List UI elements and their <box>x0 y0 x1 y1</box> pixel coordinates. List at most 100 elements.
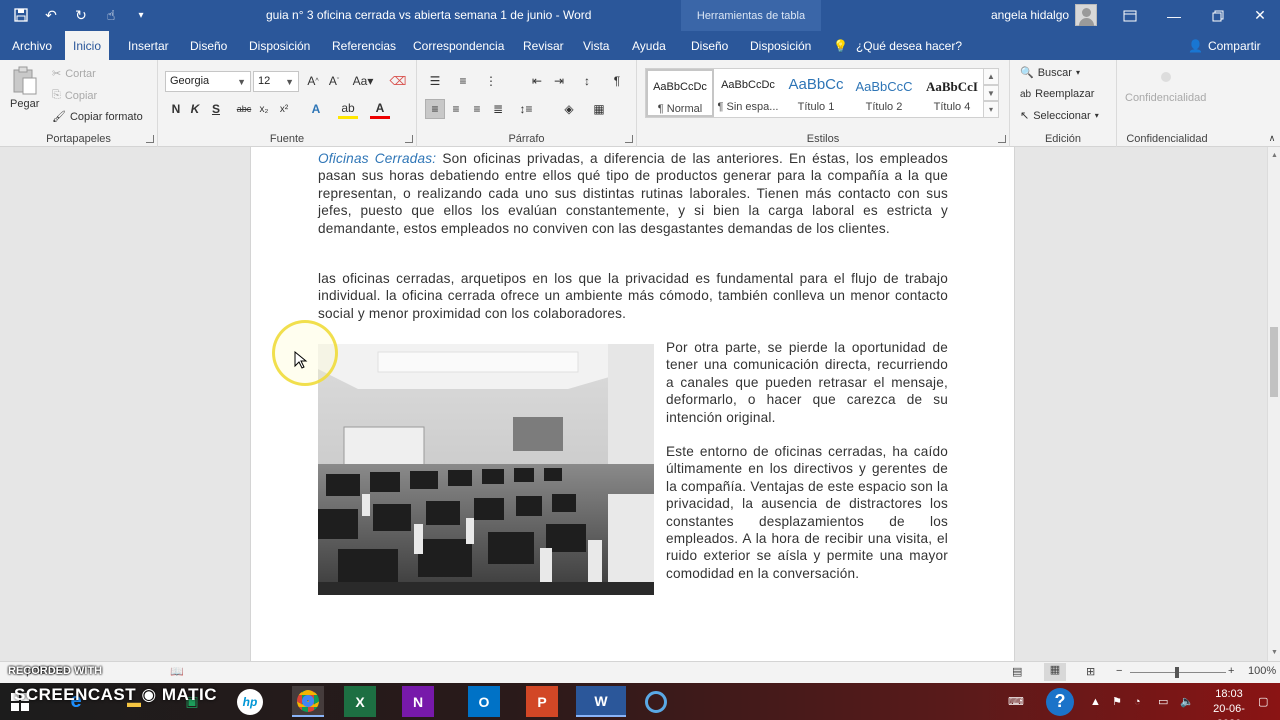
scroll-thumb[interactable] <box>1270 327 1278 397</box>
font-family-combo[interactable]: Georgia ▼ <box>165 71 251 92</box>
increase-indent-icon[interactable]: ⇥ <box>549 71 569 91</box>
chrome-icon[interactable] <box>292 686 324 717</box>
chevron-down-icon[interactable]: ▼ <box>983 84 999 102</box>
redo-icon[interactable]: ↻ <box>68 5 94 25</box>
keyboard-icon[interactable]: ⌨ <box>1008 683 1024 720</box>
document-page[interactable]: Oficinas Cerradas: Son oficinas privadas… <box>250 147 1015 661</box>
ribbon-display-options-icon[interactable] <box>1108 0 1152 31</box>
format-painter-button[interactable]: 🖌 Copiar formato <box>52 110 143 124</box>
style-sin-espaciado[interactable]: AaBbCcDc ¶ Sin espa... <box>714 69 782 117</box>
italic-icon[interactable]: K <box>185 99 205 119</box>
close-icon[interactable]: ✕ <box>1238 0 1280 31</box>
tell-me-search[interactable]: 💡 ¿Qué desea hacer? <box>833 31 962 60</box>
change-case-icon[interactable]: Aa▾ <box>350 71 376 91</box>
network-icon[interactable]: ⚑ <box>1112 683 1122 720</box>
paragraph-arquetipos[interactable]: las oficinas cerradas, arquetipos en los… <box>318 270 948 322</box>
undo-icon[interactable]: ↶ <box>38 5 64 25</box>
font-size-combo[interactable]: 12 ▼ <box>253 71 299 92</box>
align-left-icon[interactable]: ≡ <box>425 99 445 119</box>
tab-inicio[interactable]: Inicio <box>65 31 110 60</box>
paragraph-launcher-icon[interactable] <box>625 135 633 143</box>
tab-disposicion[interactable]: Disposición <box>241 31 318 60</box>
proofing-icon[interactable]: 📖 <box>170 665 184 678</box>
font-launcher-icon[interactable] <box>405 135 413 143</box>
decrease-indent-icon[interactable]: ⇤ <box>527 71 547 91</box>
superscript-icon[interactable]: x² <box>274 99 294 119</box>
styles-launcher-icon[interactable] <box>998 135 1006 143</box>
tab-archivo[interactable]: Archivo <box>4 31 60 60</box>
paragraph-entorno[interactable]: Este entorno de oficinas cerradas, ha ca… <box>666 443 948 582</box>
paste-button[interactable]: Pegar <box>10 66 39 110</box>
align-right-icon[interactable]: ≡ <box>467 99 487 119</box>
find-button[interactable]: 🔍 Buscar ▾ <box>1020 66 1080 80</box>
avatar[interactable] <box>1075 4 1097 26</box>
web-layout-icon[interactable]: ⊞ <box>1086 665 1095 678</box>
bullets-icon[interactable]: ☰ <box>425 71 445 91</box>
wifi-icon[interactable]: ◔ <box>1134 683 1141 720</box>
tab-ayuda[interactable]: Ayuda <box>624 31 674 60</box>
strikethrough-icon[interactable]: abc <box>234 99 254 119</box>
word-icon[interactable]: W <box>576 686 626 717</box>
restore-icon[interactable] <box>1196 0 1240 31</box>
sensitivity-button[interactable]: Confidencialidad <box>1125 72 1206 104</box>
cut-button[interactable]: ✂ Cortar <box>52 67 96 81</box>
paragraph-oficinas-cerradas[interactable]: Oficinas Cerradas: Son oficinas privadas… <box>318 150 948 237</box>
bold-icon[interactable]: N <box>166 99 186 119</box>
align-center-icon[interactable]: ≡ <box>446 99 466 119</box>
font-color-icon[interactable]: A <box>370 99 390 119</box>
minimize-icon[interactable]: — <box>1152 0 1196 31</box>
clear-formatting-icon[interactable]: ⌫ <box>388 71 408 91</box>
style-normal[interactable]: AaBbCcDc ¶ Normal <box>646 69 714 117</box>
scroll-up-icon[interactable]: ▲ <box>1268 149 1280 162</box>
zoom-in-icon[interactable]: + <box>1228 665 1234 677</box>
style-titulo-1[interactable]: AaBbCc Título 1 <box>782 69 850 117</box>
zoom-slider-thumb[interactable] <box>1175 667 1179 678</box>
office-photo[interactable] <box>318 344 654 595</box>
customize-qat-icon[interactable]: ▾ <box>128 5 154 25</box>
help-icon[interactable]: ? <box>1046 683 1074 720</box>
pilcrow-icon[interactable]: ¶ <box>607 71 627 91</box>
grow-font-icon[interactable]: A ^ <box>303 71 323 91</box>
tray-expand-icon[interactable]: ▲ <box>1090 683 1101 720</box>
clipboard-launcher-icon[interactable] <box>146 135 154 143</box>
numbering-icon[interactable]: ≡ <box>453 71 473 91</box>
system-clock[interactable]: 18:03 20-06-2020 <box>1204 687 1254 720</box>
onenote-icon[interactable]: N <box>402 686 434 717</box>
scroll-down-icon[interactable]: ▼ <box>1268 646 1280 659</box>
tab-referencias[interactable]: Referencias <box>324 31 404 60</box>
select-button[interactable]: ↖ Seleccionar ▾ <box>1020 109 1099 123</box>
style-titulo-2[interactable]: AaBbCcC Título 2 <box>850 69 918 117</box>
screencast-app-icon[interactable] <box>640 686 672 717</box>
borders-icon[interactable]: ▦ <box>589 99 609 119</box>
notifications-icon[interactable]: ▢ <box>1258 683 1268 720</box>
highlight-icon[interactable]: ab <box>338 99 358 119</box>
print-layout-icon[interactable]: ▦ <box>1044 663 1066 681</box>
sort-icon[interactable]: ↕ <box>577 71 597 91</box>
tab-revisar[interactable]: Revisar <box>515 31 572 60</box>
zoom-level[interactable]: 100% <box>1248 665 1276 677</box>
touch-mode-icon[interactable]: ☝ <box>98 5 124 25</box>
tab-correspondencia[interactable]: Correspondencia <box>405 31 512 60</box>
justify-icon[interactable]: ≣ <box>488 99 508 119</box>
read-mode-icon[interactable]: ▤ <box>1012 665 1022 678</box>
vertical-scrollbar[interactable]: ▲ ▼ <box>1267 147 1280 661</box>
paragraph-comunicacion[interactable]: Por otra parte, se pierde la oportunidad… <box>666 339 948 426</box>
zoom-out-icon[interactable]: − <box>1116 665 1122 677</box>
user-name[interactable]: angela hidalgo <box>991 8 1069 22</box>
share-button[interactable]: 👤 Compartir <box>1188 31 1261 60</box>
chevron-up-icon[interactable]: ▲ <box>983 68 999 85</box>
more-icon[interactable]: ▾ <box>983 101 999 119</box>
copy-button[interactable]: ⎘ Copiar <box>52 89 97 102</box>
tab-table-disposicion[interactable]: Disposición <box>742 31 819 60</box>
line-spacing-icon[interactable]: ↕≡ <box>516 99 536 119</box>
underline-icon[interactable]: S <box>206 99 226 119</box>
style-titulo-4[interactable]: AaBbCcI Título 4 <box>918 69 986 117</box>
shrink-font-icon[interactable]: Aˇ <box>324 71 344 91</box>
tab-table-diseno[interactable]: Diseño <box>683 31 736 60</box>
multilevel-list-icon[interactable]: ⋮ <box>481 71 501 91</box>
tab-insertar[interactable]: Insertar <box>120 31 177 60</box>
save-icon[interactable] <box>8 5 34 25</box>
hp-icon[interactable]: hp <box>234 686 266 717</box>
replace-button[interactable]: ab Reemplazar <box>1020 88 1094 100</box>
outlook-icon[interactable]: O <box>468 686 500 717</box>
